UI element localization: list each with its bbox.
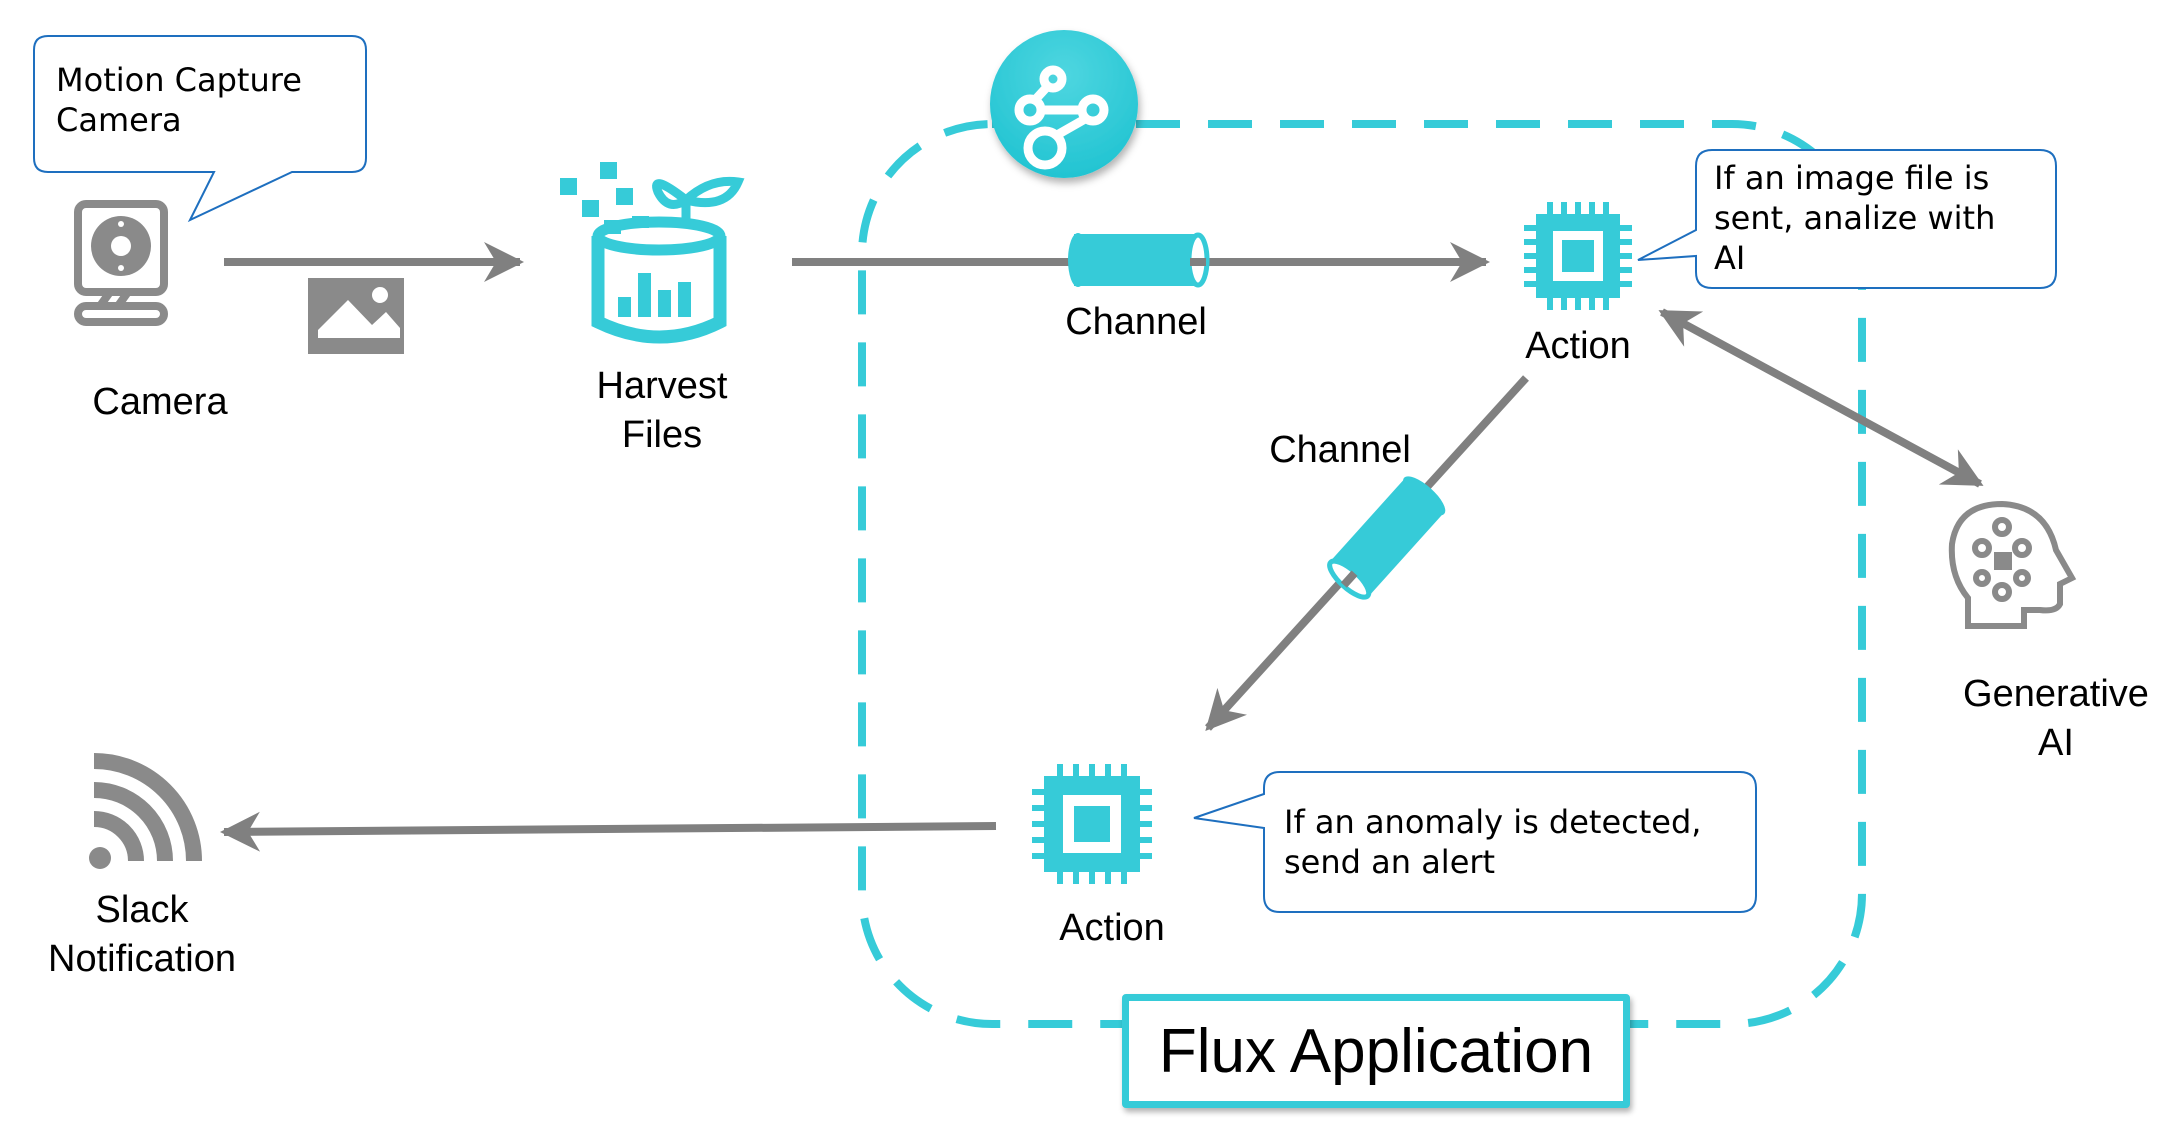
flux-application-title: Flux Application xyxy=(1158,1016,1594,1086)
pipe-icon xyxy=(1327,476,1446,600)
broadcast-icon xyxy=(93,753,202,862)
image-icon xyxy=(308,278,404,354)
channel-top-label: Channel xyxy=(1065,301,1207,343)
webcam-lens-center xyxy=(111,236,131,256)
callout-camera-text: Motion Capture Camera xyxy=(56,61,302,139)
channel-diagonal-label: Channel xyxy=(1269,429,1411,471)
slack-notification-label: Slack Notification xyxy=(48,889,236,981)
callout-action-bottom-text: If an anomaly is detected, send an alert xyxy=(1284,803,1702,881)
generative-ai-label: Generative AI xyxy=(1963,673,2149,765)
webcam-dot xyxy=(118,265,124,271)
chip-icon xyxy=(1044,776,1140,872)
flux-application-title-box: Flux Application xyxy=(1122,994,1630,1108)
camera-label: Camera xyxy=(92,381,228,423)
action-top-label: Action xyxy=(1525,325,1631,367)
action-bottom-label: Action xyxy=(1059,907,1165,949)
chip-icon xyxy=(1536,214,1620,298)
ai-head-chip xyxy=(1994,552,2012,570)
broadcast-dot xyxy=(89,847,111,869)
pipe-icon xyxy=(1068,232,1210,288)
harvest-files-label: Harvest Files xyxy=(596,365,728,457)
callout-action-top-text: If an image file is sent, analize with A… xyxy=(1714,159,1996,277)
harvest-files-icon xyxy=(560,162,745,344)
arrow-action-to-slack xyxy=(220,811,997,852)
webcam-dot xyxy=(118,221,124,227)
arrow-action-generative-ai xyxy=(1658,308,1984,488)
